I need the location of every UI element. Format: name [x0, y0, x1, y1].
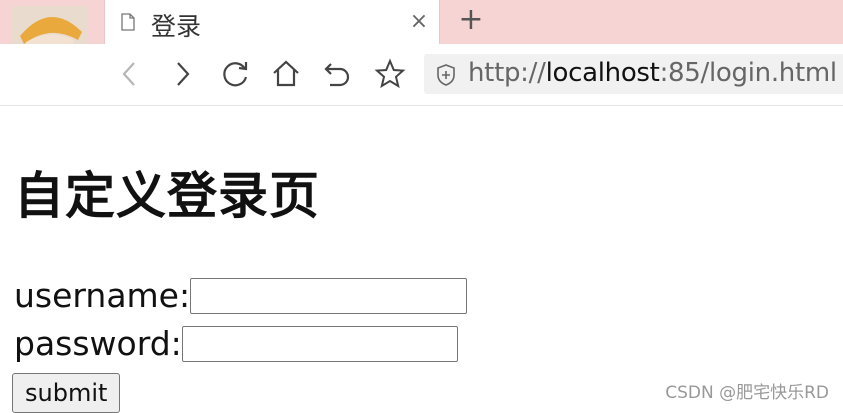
star-icon — [374, 58, 406, 89]
submit-button[interactable]: submit — [12, 373, 121, 413]
page-icon — [121, 13, 135, 31]
new-tab-button[interactable]: + — [456, 5, 486, 36]
password-row: password: — [14, 322, 458, 363]
password-input[interactable] — [181, 325, 458, 362]
reload-button[interactable] — [220, 58, 252, 90]
url-path: :85/login.html — [659, 58, 838, 88]
home-icon — [273, 60, 299, 87]
tab-title: 登录 — [151, 12, 202, 41]
url-host: localhost — [545, 58, 660, 88]
navigation-toolbar: http://localhost:85/login.html — [0, 44, 843, 106]
back-button[interactable] — [114, 58, 146, 90]
browser-tab[interactable]: 登录 × — [104, 0, 440, 44]
bookmark-button[interactable] — [374, 58, 406, 90]
tab-strip: 登录 × + — [0, 0, 843, 82]
chevron-right-icon — [177, 62, 190, 86]
password-label: password: — [14, 324, 182, 363]
page-title: 自定义登录页 — [14, 167, 320, 225]
home-button[interactable] — [270, 58, 302, 90]
forward-button[interactable] — [166, 58, 198, 90]
url-scheme: http:// — [468, 58, 546, 88]
username-row: username: — [14, 274, 468, 315]
close-tab-button[interactable]: × — [407, 9, 431, 34]
undo-button[interactable] — [322, 58, 354, 90]
shield-icon — [436, 64, 456, 86]
url-text: http://localhost:85/login.html — [468, 58, 837, 88]
reload-icon — [223, 62, 248, 87]
username-input[interactable] — [190, 277, 468, 314]
chevron-left-icon — [122, 62, 135, 86]
undo-icon — [324, 63, 350, 87]
watermark: CSDN @肥宅快乐RD — [665, 383, 829, 403]
username-label: username: — [14, 276, 191, 315]
address-bar[interactable]: http://localhost:85/login.html — [424, 54, 843, 94]
